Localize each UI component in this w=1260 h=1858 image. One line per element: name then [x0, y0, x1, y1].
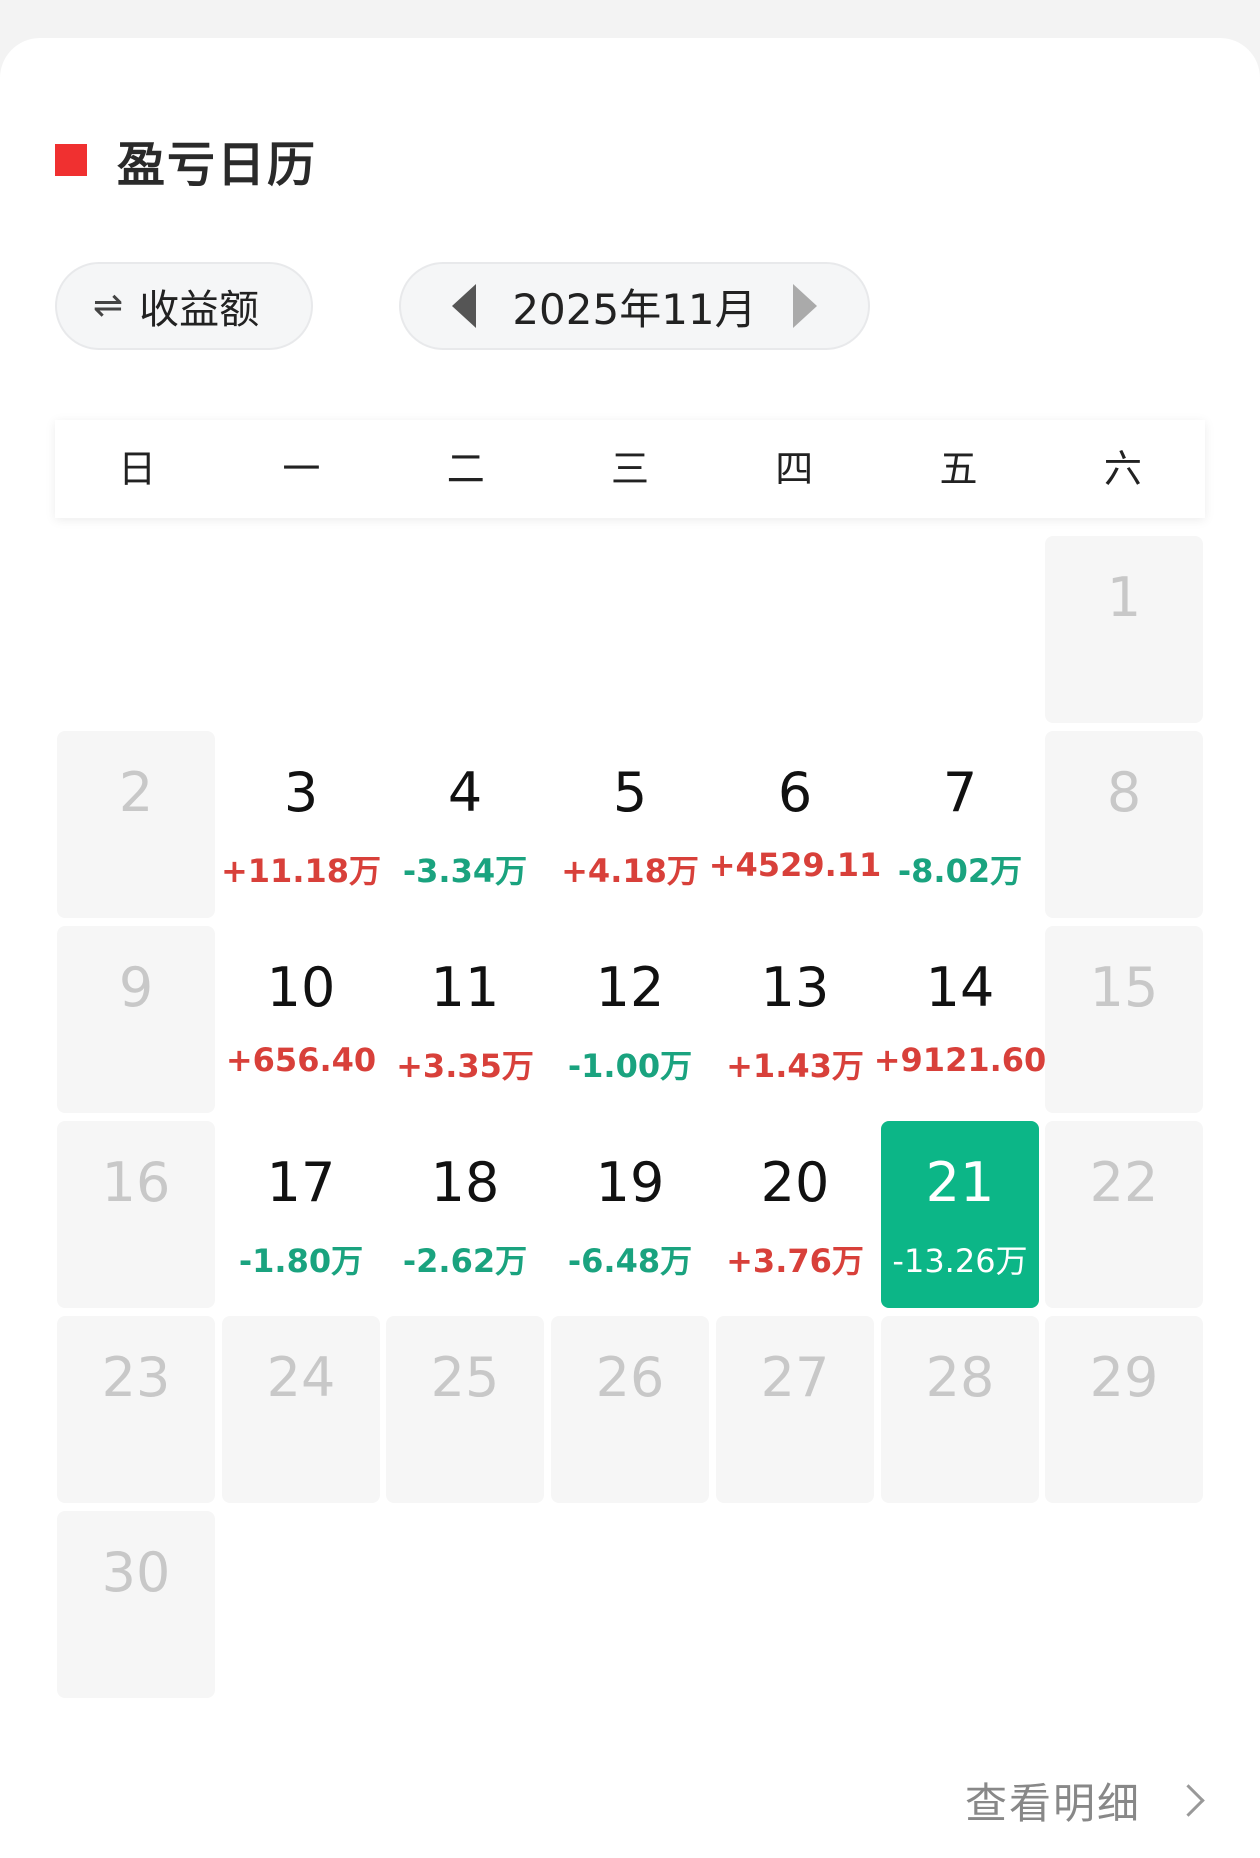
day-number: 24	[266, 1346, 336, 1409]
weekday-thu: 四	[775, 447, 814, 491]
weekday-mon: 一	[282, 447, 321, 491]
day-number: 20	[760, 1151, 830, 1214]
month-navigator: 2025年11月	[399, 262, 870, 350]
calendar-day-1[interactable]: 1	[1045, 536, 1203, 723]
pnl-calendar-card: 盈亏日历 ⇌ 收益额 2025年11月 日 一 二 三 四 五 六 1 2 3 …	[0, 38, 1260, 1858]
day-number: 10	[266, 956, 336, 1019]
calendar-day-25[interactable]: 25	[386, 1316, 544, 1503]
day-pnl: +4529.11	[708, 846, 882, 884]
day-number: 22	[1089, 1151, 1159, 1214]
metric-toggle-label: 收益额	[139, 287, 260, 333]
day-pnl: -13.26万	[892, 1242, 1028, 1280]
calendar-day-26[interactable]: 26	[551, 1316, 709, 1503]
current-month-label[interactable]: 2025年11月	[512, 276, 756, 337]
day-pnl: -3.34万	[402, 852, 528, 890]
calendar-day-16[interactable]: 16	[57, 1121, 215, 1308]
day-pnl: +11.18万	[220, 852, 382, 890]
calendar-day-3[interactable]: 3 +11.18万	[221, 731, 381, 918]
calendar-day-30[interactable]: 30	[57, 1511, 215, 1698]
calendar-day-15[interactable]: 15	[1045, 926, 1203, 1113]
weekday-header: 日 一 二 三 四 五 六	[55, 420, 1205, 518]
calendar-day-8[interactable]: 8	[1045, 731, 1203, 918]
calendar-day-27[interactable]: 27	[716, 1316, 874, 1503]
day-pnl: -6.48万	[567, 1242, 693, 1280]
day-number: 6	[777, 761, 813, 824]
day-number: 12	[595, 956, 665, 1019]
next-month-icon[interactable]	[792, 284, 817, 328]
day-number: 7	[942, 761, 978, 824]
day-pnl: -8.02万	[897, 852, 1023, 890]
day-pnl: +3.76万	[726, 1242, 864, 1280]
calendar-day-12[interactable]: 12 -1.00万	[551, 926, 709, 1113]
calendar-day-21-selected[interactable]: 21 -13.26万	[881, 1121, 1039, 1308]
calendar-day-28[interactable]: 28	[881, 1316, 1039, 1503]
calendar-day-24[interactable]: 24	[222, 1316, 380, 1503]
calendar-day-18[interactable]: 18 -2.62万	[386, 1121, 544, 1308]
day-pnl: -2.62万	[402, 1242, 528, 1280]
day-number: 2	[118, 761, 154, 824]
day-number: 27	[760, 1346, 830, 1409]
view-details-label: 查看明细	[964, 1779, 1141, 1828]
metric-toggle-button[interactable]: ⇌ 收益额	[55, 262, 313, 350]
calendar-day-23[interactable]: 23	[57, 1316, 215, 1503]
calendar-day-13[interactable]: 13 +1.43万	[716, 926, 874, 1113]
day-number: 9	[118, 956, 154, 1019]
day-number: 23	[101, 1346, 171, 1409]
weekday-tue: 二	[446, 447, 485, 491]
day-number: 19	[595, 1151, 665, 1214]
title-row: 盈亏日历	[55, 130, 317, 193]
day-number: 8	[1106, 761, 1142, 824]
day-number: 14	[925, 956, 995, 1019]
day-number: 15	[1089, 956, 1159, 1019]
view-details-link[interactable]: 查看明细	[964, 1770, 1205, 1831]
day-pnl: +9121.60	[873, 1041, 1047, 1079]
title-marker	[55, 144, 87, 176]
day-number: 26	[595, 1346, 665, 1409]
day-number: 30	[101, 1541, 171, 1604]
chevron-right-icon	[1172, 1784, 1205, 1817]
day-pnl: +4.18万	[561, 852, 699, 890]
swap-arrows-icon: ⇌	[93, 285, 124, 326]
calendar-day-17[interactable]: 17 -1.80万	[222, 1121, 380, 1308]
calendar-grid: 1 2 3 +11.18万 4 -3.34万 5 +4.18万 6 +4529.…	[57, 536, 1205, 1701]
day-number: 3	[283, 761, 319, 824]
calendar-day-5[interactable]: 5 +4.18万	[551, 731, 709, 918]
prev-month-icon[interactable]	[452, 284, 477, 328]
day-number: 4	[447, 761, 483, 824]
day-number: 25	[430, 1346, 500, 1409]
day-pnl: -1.00万	[567, 1047, 693, 1085]
day-number: 29	[1089, 1346, 1159, 1409]
day-number: 18	[430, 1151, 500, 1214]
calendar-day-4[interactable]: 4 -3.34万	[386, 731, 544, 918]
day-number: 16	[101, 1151, 171, 1214]
day-pnl: +656.40	[225, 1041, 377, 1079]
calendar-day-14[interactable]: 14 +9121.60	[874, 926, 1047, 1113]
calendar-day-7[interactable]: 7 -8.02万	[881, 731, 1039, 918]
day-number: 13	[760, 956, 830, 1019]
weekday-sat: 六	[1103, 447, 1142, 491]
day-number: 5	[612, 761, 648, 824]
day-number: 17	[266, 1151, 336, 1214]
day-number: 11	[430, 956, 500, 1019]
day-number: 21	[925, 1151, 995, 1214]
day-pnl: +1.43万	[726, 1047, 864, 1085]
calendar-day-2[interactable]: 2	[57, 731, 215, 918]
calendar-day-6[interactable]: 6 +4529.11	[709, 731, 882, 918]
calendar-day-10[interactable]: 10 +656.40	[222, 926, 380, 1113]
day-number: 1	[1106, 566, 1142, 629]
calendar-day-11[interactable]: 11 +3.35万	[386, 926, 544, 1113]
day-pnl: +3.35万	[396, 1047, 534, 1085]
calendar-day-22[interactable]: 22	[1045, 1121, 1203, 1308]
weekday-fri: 五	[939, 447, 978, 491]
weekday-sun: 日	[118, 447, 157, 491]
day-number: 28	[925, 1346, 995, 1409]
calendar-day-19[interactable]: 19 -6.48万	[551, 1121, 709, 1308]
page-title: 盈亏日历	[117, 137, 318, 193]
calendar-day-20[interactable]: 20 +3.76万	[716, 1121, 874, 1308]
weekday-wed: 三	[610, 447, 649, 491]
day-pnl: -1.80万	[238, 1242, 364, 1280]
calendar-day-9[interactable]: 9	[57, 926, 215, 1113]
calendar-day-29[interactable]: 29	[1045, 1316, 1203, 1503]
